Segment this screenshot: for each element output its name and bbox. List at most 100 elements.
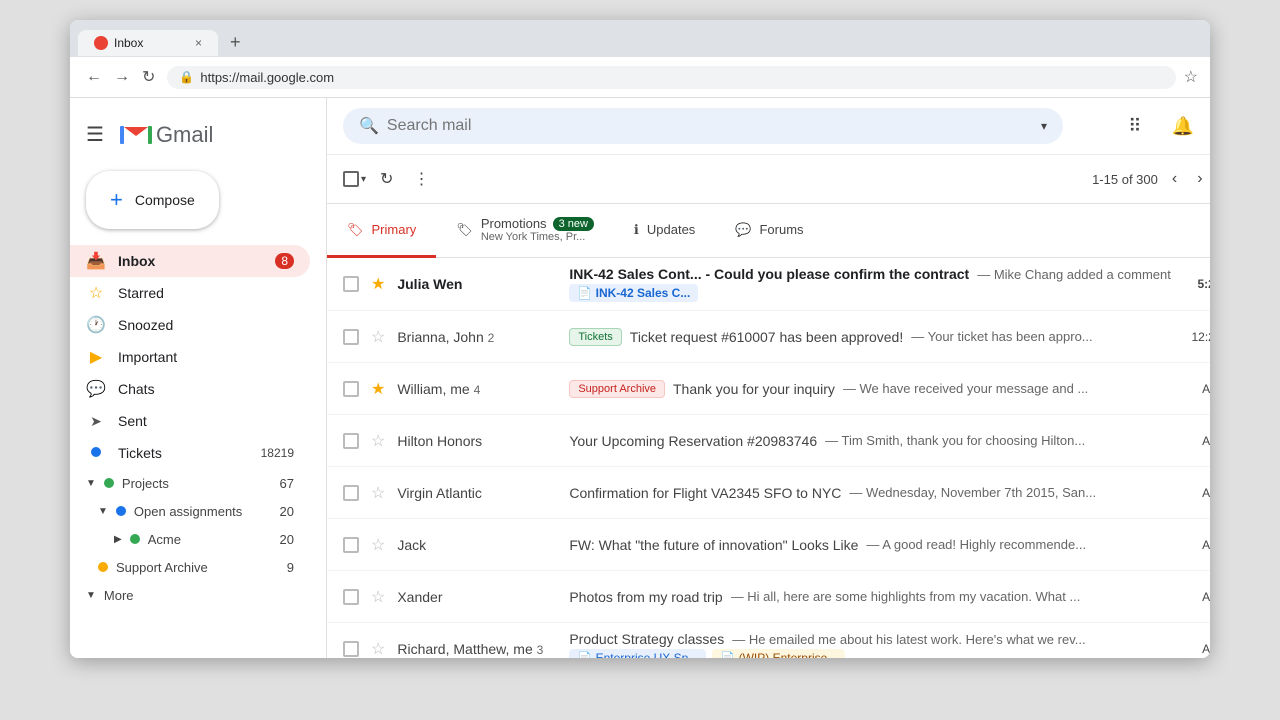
email-row[interactable]: ★ William, me 4 Support Archive Thank yo… xyxy=(327,363,1210,415)
email-row[interactable]: ☆ Virgin Atlantic Confirmation for Fligh… xyxy=(327,467,1210,519)
apps-button[interactable]: ⠿ xyxy=(1115,106,1155,146)
sidebar-item-projects[interactable]: ▼ Projects 67 xyxy=(70,469,310,497)
star-button[interactable]: ☆ xyxy=(371,535,385,555)
tab-promotions[interactable]: 🏷 Promotions 3 new New York Times, Pr... xyxy=(436,204,614,258)
row-checkbox[interactable] xyxy=(343,485,359,501)
email-sender: Julia Wen xyxy=(397,276,557,292)
sidebar-item-open-assignments[interactable]: ▼ Open assignments 20 xyxy=(70,497,310,525)
promotions-badge: 3 new xyxy=(553,217,594,231)
row-checkbox[interactable] xyxy=(343,329,359,345)
email-row[interactable]: ☆ Jack FW: What "the future of innovatio… xyxy=(327,519,1210,571)
sidebar-item-more[interactable]: ▼ More xyxy=(70,581,310,609)
star-button[interactable]: ★ xyxy=(371,274,385,294)
email-row[interactable]: ★ Julia Wen INK-42 Sales Cont... - Could… xyxy=(327,258,1210,311)
email-content: FW: What "the future of innovation" Look… xyxy=(569,537,1171,553)
tab-forums[interactable]: 💬 Forums xyxy=(715,204,823,258)
refresh-button[interactable]: ↻ xyxy=(138,63,159,91)
tab-primary[interactable]: 🏷 Primary xyxy=(327,204,436,258)
email-subject: INK-42 Sales Cont... - Could you please … xyxy=(569,266,969,282)
email-time: April 16 xyxy=(1183,642,1210,656)
compose-button[interactable]: + Compose xyxy=(86,171,219,229)
main-content: 🔍 ▾ ⠿ 🔔 U ▾ ↻ ⋮ xyxy=(326,98,1210,658)
email-preview: — Hi all, here are some highlights from … xyxy=(731,589,1081,604)
row-checkbox[interactable] xyxy=(343,537,359,553)
email-sender: Xander xyxy=(397,589,557,605)
open-assignments-label: Open assignments xyxy=(134,504,242,519)
snoozed-icon: 🕐 xyxy=(86,315,106,335)
promotions-tab-sub: New York Times, Pr... xyxy=(481,231,594,243)
more-chevron-icon: ▼ xyxy=(86,590,96,601)
browser-window: Inbox × + ← → ↻ 🔒 https://mail.google.co… xyxy=(70,20,1210,658)
projects-count: 67 xyxy=(280,476,294,491)
email-list: ★ Julia Wen INK-42 Sales Cont... - Could… xyxy=(327,258,1210,658)
forums-tab-label: Forums xyxy=(759,222,803,237)
sidebar-item-snoozed[interactable]: 🕐 Snoozed xyxy=(70,309,310,341)
star-button[interactable]: ★ xyxy=(371,379,385,399)
select-chevron-icon[interactable]: ▾ xyxy=(361,174,366,185)
url-bar[interactable]: 🔒 https://mail.google.com xyxy=(167,66,1175,89)
star-button[interactable]: ☆ xyxy=(371,483,385,503)
row-checkbox[interactable] xyxy=(343,276,359,292)
star-button[interactable]: ☆ xyxy=(371,639,385,658)
bookmark-icon: ☆ xyxy=(1184,67,1198,87)
forums-tab-icon: 💬 xyxy=(735,222,751,238)
email-preview: — We have received your message and ... xyxy=(843,381,1088,396)
select-all-container[interactable]: ▾ xyxy=(343,171,366,187)
select-all-checkbox[interactable] xyxy=(343,171,359,187)
new-tab-button[interactable]: + xyxy=(222,28,249,57)
sidebar-item-support-archive[interactable]: Support Archive 9 xyxy=(70,553,310,581)
gmail-logo: Gmail xyxy=(120,119,213,151)
email-subject: Ticket request #610007 has been approved… xyxy=(630,329,903,345)
back-button[interactable]: ← xyxy=(82,63,106,91)
email-preview: — Your ticket has been appro... xyxy=(911,329,1092,344)
search-icon: 🔍 xyxy=(359,116,379,136)
email-row[interactable]: ☆ Hilton Honors Your Upcoming Reservatio… xyxy=(327,415,1210,467)
prev-page-button[interactable]: ‹ xyxy=(1166,164,1183,194)
search-chevron-icon: ▾ xyxy=(1041,119,1047,133)
sidebar-item-chats[interactable]: 💬 Chats xyxy=(70,373,310,405)
star-button[interactable]: ☆ xyxy=(371,587,385,607)
updates-tab-label: Updates xyxy=(647,222,695,237)
notifications-button[interactable]: 🔔 xyxy=(1163,106,1203,146)
search-input[interactable] xyxy=(387,117,1033,135)
star-button[interactable]: ☆ xyxy=(371,327,385,347)
row-checkbox[interactable] xyxy=(343,433,359,449)
next-page-button[interactable]: › xyxy=(1191,164,1208,194)
tab-favicon xyxy=(94,36,108,50)
email-row[interactable]: ☆ Brianna, John 2 Tickets Ticket request… xyxy=(327,311,1210,363)
hamburger-menu-button[interactable]: ☰ xyxy=(78,114,112,155)
chip1: 📄 Enterprise UX Sp... xyxy=(569,649,706,658)
close-tab-button[interactable]: × xyxy=(195,36,202,50)
email-preview: — Mike Chang added a comment xyxy=(977,267,1171,282)
sent-icon: ➤ xyxy=(86,413,106,430)
row-checkbox[interactable] xyxy=(343,589,359,605)
browser-tab[interactable]: Inbox × xyxy=(78,30,218,56)
more-options-button[interactable]: ⋮ xyxy=(407,163,435,195)
email-row[interactable]: ☆ Xander Photos from my road trip — Hi a… xyxy=(327,571,1210,623)
sidebar-item-acme[interactable]: ▶ Acme 20 xyxy=(70,525,310,553)
sidebar-item-sent[interactable]: ➤ Sent xyxy=(70,405,310,437)
row-checkbox[interactable] xyxy=(343,381,359,397)
sidebar-item-starred[interactable]: ☆ Starred xyxy=(70,277,310,309)
refresh-button[interactable]: ↻ xyxy=(374,163,399,195)
sidebar-item-important[interactable]: ▶ Important xyxy=(70,341,310,373)
open-assignments-chevron-icon: ▼ xyxy=(98,506,108,517)
email-preview: — He emailed me about his latest work. H… xyxy=(732,632,1085,647)
star-button[interactable]: ☆ xyxy=(371,431,385,451)
toolbar: ▾ ↻ ⋮ 1-15 of 300 ‹ › ⚙ xyxy=(327,155,1210,204)
gmail-text: Gmail xyxy=(156,122,213,148)
promotions-tab-label: Promotions xyxy=(481,216,547,231)
sidebar-item-inbox[interactable]: 📥 Inbox 8 xyxy=(70,245,310,277)
forward-button[interactable]: → xyxy=(110,63,134,91)
inbox-label: Inbox xyxy=(118,253,263,269)
email-content: INK-42 Sales Cont... - Could you please … xyxy=(569,266,1171,282)
projects-dot xyxy=(104,478,114,488)
search-bar[interactable]: 🔍 ▾ xyxy=(343,108,1063,144)
tab-updates[interactable]: ℹ Updates xyxy=(614,204,715,258)
email-row[interactable]: ☆ Richard, Matthew, me 3 Product Strateg… xyxy=(327,623,1210,658)
email-time: April 16 xyxy=(1183,590,1210,604)
compose-label: Compose xyxy=(135,192,195,208)
support-archive-label: Support Archive xyxy=(116,560,208,575)
row-checkbox[interactable] xyxy=(343,641,359,657)
sidebar-item-tickets[interactable]: Tickets 18219 xyxy=(70,437,310,469)
